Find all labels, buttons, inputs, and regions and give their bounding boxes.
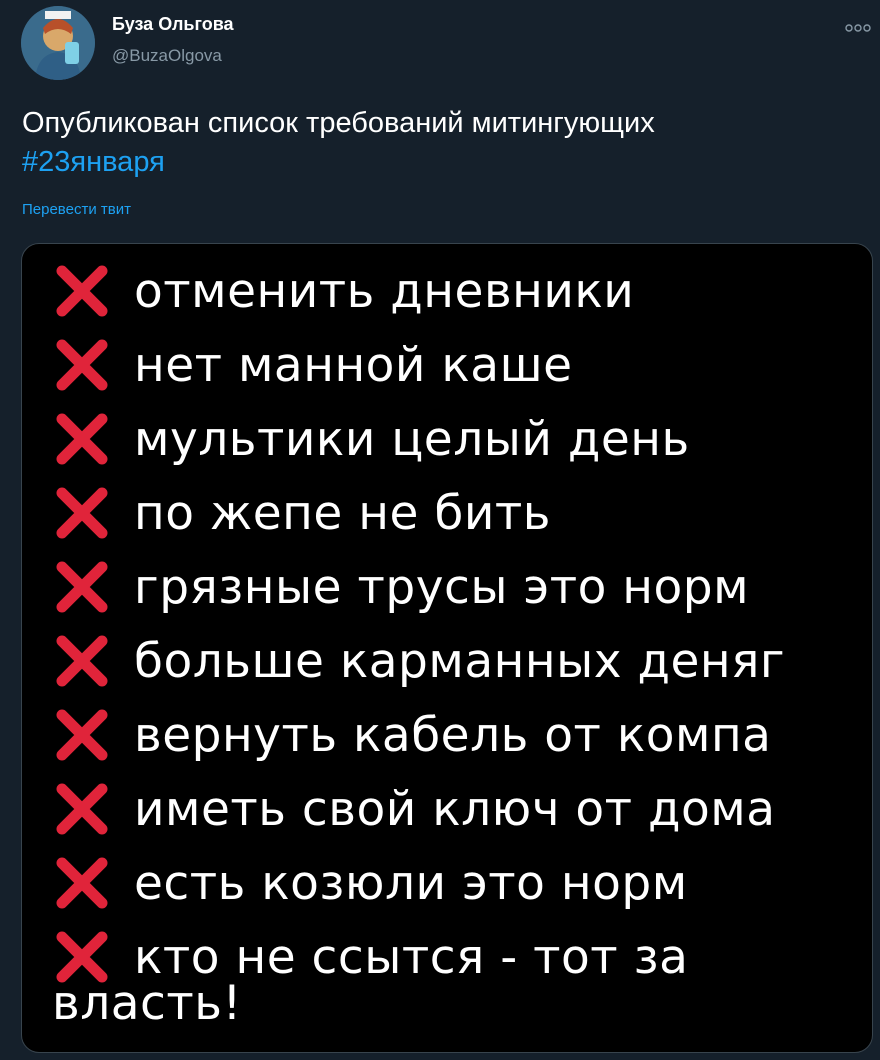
demand-item: мультики целый день (54, 402, 854, 476)
demand-item: иметь свой ключ от дома (54, 772, 854, 846)
portrait-avatar-icon (21, 6, 95, 80)
tweet-body: Опубликован список требований митингующи… (22, 107, 655, 139)
demand-text: иметь свой ключ от дома (134, 781, 776, 837)
demands-list: отменить дневники нет манной каше мультики… (54, 254, 854, 994)
red-cross-icon (56, 413, 108, 465)
demand-text: грязные трусы это норм (134, 559, 750, 615)
demand-item: больше карманных деняг (54, 624, 854, 698)
author-name[interactable]: Буза Ольгова (112, 14, 234, 35)
translate-tweet-link[interactable]: Перевести твит (22, 201, 131, 218)
author-handle[interactable]: @BuzaOlgova (112, 46, 222, 66)
tweet: Буза Ольгова @BuzaOlgova Опубликован спи… (0, 0, 880, 1060)
tweet-image[interactable]: отменить дневники нет манной каше мультики… (21, 243, 873, 1053)
red-cross-icon (56, 339, 108, 391)
demand-item: вернуть кабель от компа (54, 698, 854, 772)
demand-item: есть козюли это норм (54, 846, 854, 920)
demand-text: есть козюли это норм (134, 855, 688, 911)
hashtag-link[interactable]: #23января (22, 146, 165, 178)
demand-text: нет манной каше (134, 337, 573, 393)
red-cross-icon (56, 783, 108, 835)
red-cross-icon (56, 487, 108, 539)
red-cross-icon (56, 709, 108, 761)
author-avatar[interactable] (21, 6, 95, 80)
demand-text: мультики целый день (134, 411, 690, 467)
red-cross-icon (56, 561, 108, 613)
demand-item: отменить дневники (54, 254, 854, 328)
demand-item: грязные трусы это норм (54, 550, 854, 624)
demand-text: по жепе не бить (134, 485, 551, 541)
demand-text: больше карманных деняг (134, 633, 786, 689)
demand-text: вернуть кабель от компа (134, 707, 772, 763)
demands-tail-text: власть! (52, 976, 242, 1031)
more-dots-icon[interactable] (843, 22, 873, 34)
red-cross-icon (56, 635, 108, 687)
red-cross-icon (56, 857, 108, 909)
demand-text: отменить дневники (134, 263, 635, 319)
tweet-text: Опубликован список требований митингующи… (22, 104, 862, 182)
demand-item: по жепе не бить (54, 476, 854, 550)
red-cross-icon (56, 265, 108, 317)
demand-item: нет манной каше (54, 328, 854, 402)
